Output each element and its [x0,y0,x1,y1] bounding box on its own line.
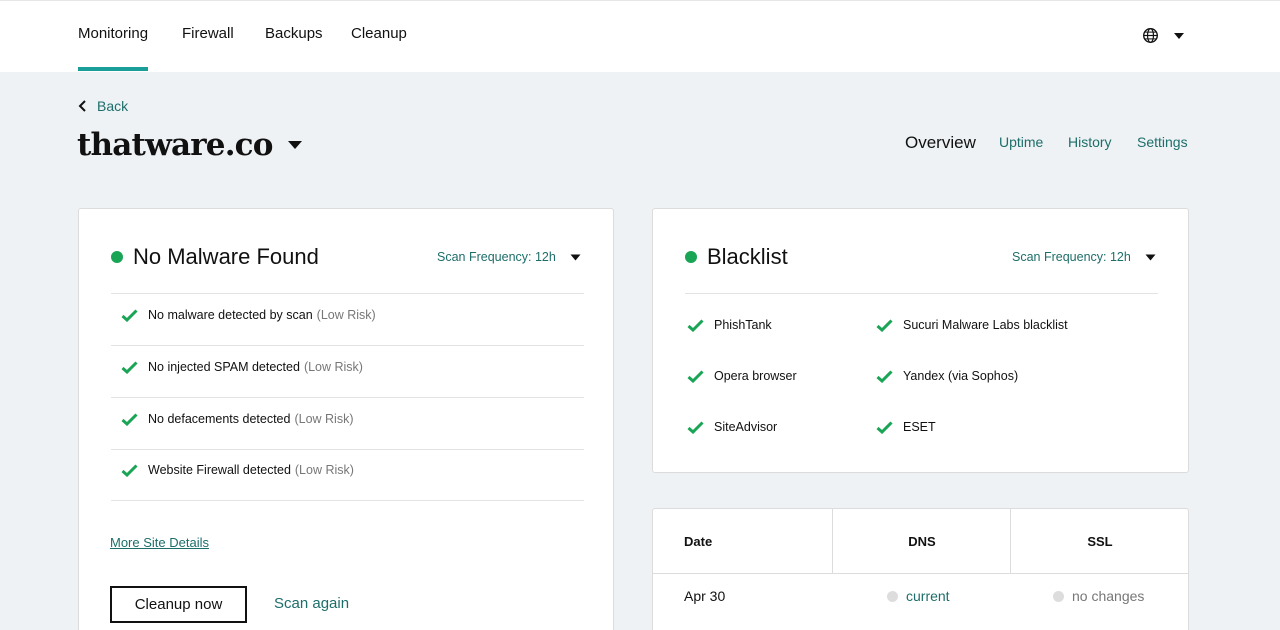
malware-card: No Malware Found Scan Frequency: 12h No … [78,208,614,630]
divider [111,345,584,346]
status-dot [1053,590,1064,602]
cleanup-now-button[interactable]: Cleanup now [110,586,247,623]
blacklist-item: Yandex (via Sophos) [876,369,1018,383]
blacklist-item: PhishTank [687,318,772,332]
caret-down-icon [570,254,581,260]
column-header-date: Date [684,533,713,549]
malware-check-item: Website Firewall detected (Low Risk) [121,463,354,477]
check-icon [876,318,893,332]
check-icon [876,420,893,434]
divider [111,449,584,450]
subtab-history[interactable]: History [1068,134,1112,150]
back-link[interactable]: Back [78,98,128,114]
tab-firewall[interactable]: Firewall [182,25,234,42]
blacklist-item-text: Yandex (via Sophos) [903,369,1019,383]
status-dot [111,251,123,263]
divider [111,397,584,398]
blacklist-item-text: ESET [903,420,936,434]
scan-again-button[interactable]: Scan again [274,595,349,612]
check-icon [687,318,704,332]
blacklist-card: Blacklist Scan Frequency: 12h PhishTank … [652,208,1189,473]
globe-icon [1143,28,1158,43]
status-dot [887,590,898,602]
divider [111,293,584,294]
column-header-dns: DNS [908,533,936,549]
check-icon [121,463,138,477]
malware-check-item: No defacements detected (Low Risk) [121,412,354,426]
check-icon [121,412,138,426]
check-icon [687,420,704,434]
ssl-status: no changes [1072,588,1145,604]
more-site-details-link[interactable]: More Site Details [110,535,209,550]
blacklist-item-text: SiteAdvisor [714,420,778,434]
blacklist-item-text: Sucuri Malware Labs blacklist [903,318,1068,332]
header-divider [653,573,1188,574]
risk-label: (Low Risk) [294,463,354,477]
scan-frequency-dropdown[interactable]: Scan Frequency: 12h [1012,250,1156,264]
scan-frequency-label: Scan Frequency: 12h [1012,250,1131,264]
subtab-settings[interactable]: Settings [1137,134,1188,150]
check-item-text: No defacements detected [148,412,291,426]
table-cell-dns[interactable]: current [887,588,950,604]
language-selector[interactable] [1142,27,1185,44]
divider [685,293,1158,294]
subtab-overview[interactable]: Overview [905,133,976,153]
blacklist-item: Sucuri Malware Labs blacklist [876,318,1068,332]
check-icon [876,369,893,383]
check-item-text: No injected SPAM detected [148,360,300,374]
risk-label: (Low Risk) [316,308,376,322]
malware-check-item: No injected SPAM detected (Low Risk) [121,360,363,374]
check-icon [687,369,704,383]
check-icon [121,308,138,322]
blacklist-title: Blacklist [685,244,788,270]
scan-frequency-label: Scan Frequency: 12h [437,250,556,264]
check-item-text: No malware detected by scan [148,308,313,322]
table-cell-date: Apr 30 [684,588,726,604]
blacklist-item: SiteAdvisor [687,420,777,434]
table-cell-ssl: no changes [1053,588,1144,604]
caret-down-icon [1145,254,1156,260]
top-navigation: Monitoring Firewall Backups Cleanup [0,0,1280,72]
blacklist-item-text: Opera browser [714,369,797,383]
caret-down-icon [287,141,302,149]
caret-down-icon [1174,32,1184,39]
scan-frequency-dropdown[interactable]: Scan Frequency: 12h [437,250,581,264]
risk-label: (Low Risk) [294,412,354,426]
malware-title-text: No Malware Found [133,244,319,269]
history-table: Date DNS SSL Apr 30 current no changes [652,508,1189,630]
blacklist-title-text: Blacklist [707,244,788,269]
check-item-text: Website Firewall detected [148,463,291,477]
column-header-ssl: SSL [1087,533,1113,549]
risk-label: (Low Risk) [303,360,363,374]
divider [111,500,584,501]
site-selector[interactable]: thatware.co [77,127,303,163]
back-label: Back [97,98,129,114]
subtab-uptime[interactable]: Uptime [999,134,1043,150]
status-dot [685,251,697,263]
blacklist-item: Opera browser [687,369,797,383]
tab-backups[interactable]: Backups [265,25,323,42]
chevron-left-icon [78,100,86,112]
dns-status: current [906,588,950,604]
blacklist-item: ESET [876,420,936,434]
tab-monitoring[interactable]: Monitoring [78,25,149,71]
malware-title: No Malware Found [111,244,319,270]
malware-check-item: No malware detected by scan (Low Risk) [121,308,376,322]
blacklist-item-text: PhishTank [714,318,772,332]
tab-cleanup[interactable]: Cleanup [351,25,407,42]
check-icon [121,360,138,374]
site-name: thatware.co [77,127,273,163]
